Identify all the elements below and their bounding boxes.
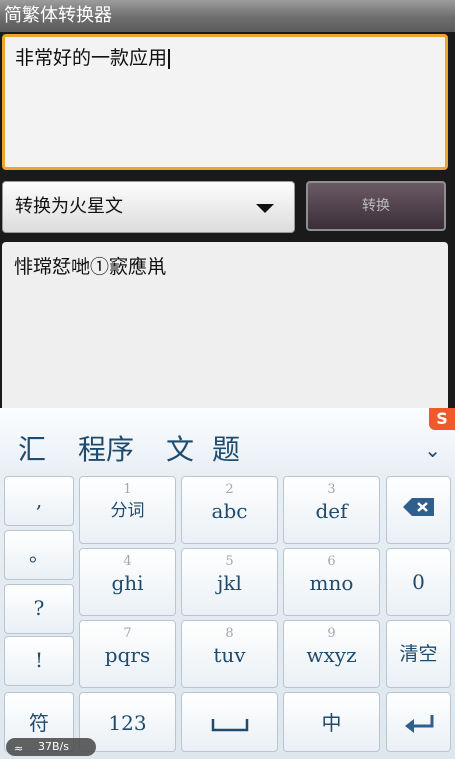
enter-key[interactable] bbox=[386, 692, 451, 752]
key-5-jkl[interactable]: 5 jkl bbox=[181, 548, 278, 616]
network-speed-text: 37B/s bbox=[38, 740, 69, 753]
key-label: abc bbox=[211, 499, 248, 523]
mode-dropdown-value: 转换为火星文 bbox=[15, 196, 123, 217]
candidate-word[interactable]: 程序 bbox=[78, 428, 134, 468]
key-label: tuv bbox=[213, 643, 246, 667]
key-number: 1 bbox=[123, 482, 132, 497]
output-text-field[interactable]: 悱瑺恏哋①窾應鼡 bbox=[2, 242, 448, 414]
candidate-word[interactable]: 题 bbox=[212, 428, 240, 468]
key-label: mno bbox=[309, 571, 354, 595]
text-caret bbox=[168, 49, 171, 69]
backspace-key[interactable] bbox=[386, 476, 451, 544]
candidate-word[interactable]: 文 bbox=[166, 428, 194, 468]
key-number: 5 bbox=[225, 554, 234, 569]
key-exclamation[interactable]: ! bbox=[4, 636, 74, 686]
input-text-field[interactable]: 非常好的一款应用 bbox=[2, 34, 448, 170]
backspace-icon bbox=[402, 497, 436, 517]
space-key[interactable] bbox=[181, 692, 278, 752]
key-8-tuv[interactable]: 8 tuv bbox=[181, 620, 278, 688]
enter-icon bbox=[404, 715, 433, 733]
key-comma[interactable]: , bbox=[4, 476, 74, 526]
output-text: 悱瑺恏哋①窾應鼡 bbox=[14, 256, 167, 278]
candidate-bar: 汇 程序 文 题 ⌄ S bbox=[0, 408, 455, 472]
key-label: ghi bbox=[111, 571, 144, 595]
space-icon bbox=[211, 719, 248, 732]
key-7-pqrs[interactable]: 7 pqrs bbox=[79, 620, 176, 688]
key-0[interactable]: 0 bbox=[386, 548, 451, 616]
convert-button[interactable]: 转换 bbox=[306, 181, 446, 231]
key-number: 9 bbox=[327, 626, 336, 641]
chinese-mode-key[interactable]: 中 bbox=[283, 692, 380, 752]
key-label: def bbox=[315, 499, 348, 523]
app-title: 简繁体转换器 bbox=[0, 0, 455, 32]
candidate-word[interactable]: 汇 bbox=[18, 428, 46, 468]
key-2-abc[interactable]: 2 abc bbox=[181, 476, 278, 544]
key-label: pqrs bbox=[104, 643, 151, 667]
mode-dropdown[interactable]: 转换为火星文 bbox=[2, 181, 295, 233]
key-1-segment[interactable]: 1 分词 bbox=[79, 476, 176, 544]
network-speed-indicator: ≈ 37B/s bbox=[6, 738, 96, 756]
collapse-keyboard-icon[interactable]: ⌄ bbox=[424, 438, 441, 462]
key-number: 7 bbox=[123, 626, 132, 641]
key-9-wxyz[interactable]: 9 wxyz bbox=[283, 620, 380, 688]
key-number: 2 bbox=[225, 482, 234, 497]
key-3-def[interactable]: 3 def bbox=[283, 476, 380, 544]
key-number: 4 bbox=[123, 554, 132, 569]
key-question[interactable]: ? bbox=[4, 584, 74, 634]
key-number: 6 bbox=[327, 554, 336, 569]
dropdown-arrow-icon bbox=[256, 204, 274, 213]
input-text: 非常好的一款应用 bbox=[15, 47, 168, 69]
key-6-mno[interactable]: 6 mno bbox=[283, 548, 380, 616]
key-label: 分词 bbox=[110, 501, 145, 521]
key-number: 8 bbox=[225, 626, 234, 641]
key-label: jkl bbox=[217, 571, 242, 595]
key-number: 3 bbox=[327, 482, 336, 497]
wifi-icon: ≈ bbox=[14, 742, 24, 755]
clear-key[interactable]: 清空 bbox=[386, 620, 451, 688]
key-period[interactable]: 。 bbox=[4, 530, 74, 580]
key-label: wxyz bbox=[306, 643, 357, 667]
key-4-ghi[interactable]: 4 ghi bbox=[79, 548, 176, 616]
soft-keyboard: 汇 程序 文 题 ⌄ S , 。 ? ! 1 分词 2 abc 3 def 4 … bbox=[0, 408, 455, 759]
sogou-logo-icon: S bbox=[429, 408, 455, 430]
